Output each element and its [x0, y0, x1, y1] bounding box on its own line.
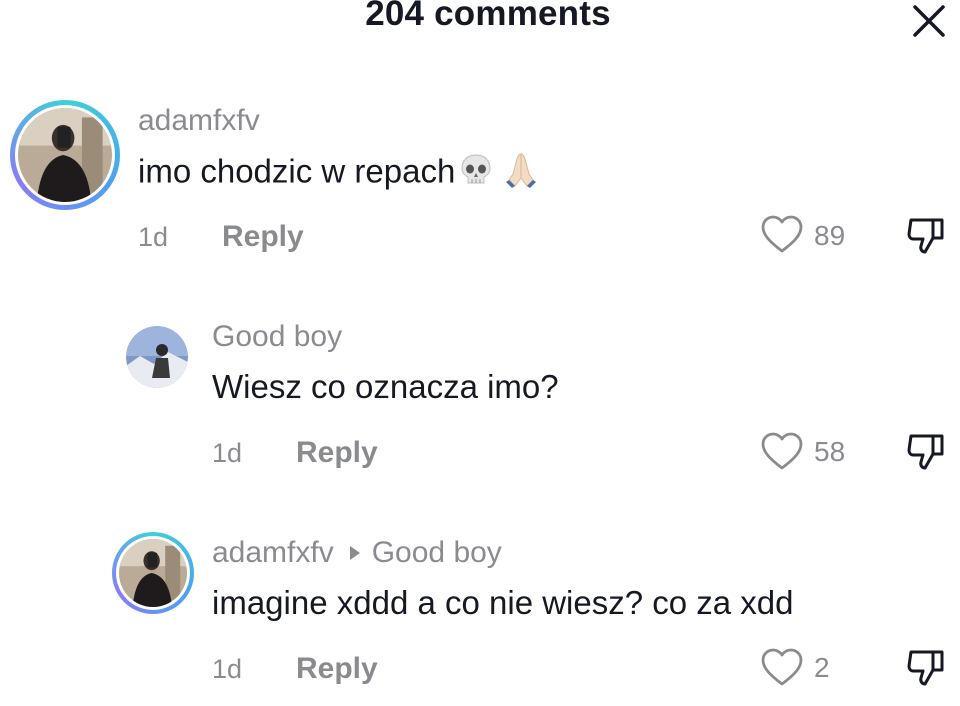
like-button[interactable] — [760, 215, 804, 255]
comment-time: 1d — [212, 438, 243, 468]
comment-time: 1d — [212, 654, 243, 684]
close-icon[interactable] — [908, 2, 950, 42]
avatar[interactable] — [126, 326, 188, 388]
avatar-photo — [18, 108, 112, 202]
dislike-button[interactable] — [906, 214, 946, 256]
reply-button[interactable]: Reply — [296, 436, 378, 470]
comment-text-content: imo chodzic w repach — [138, 152, 456, 190]
heart-icon[interactable] — [760, 215, 804, 255]
thumbs-down-icon[interactable] — [906, 430, 946, 472]
avatar-photo — [119, 539, 187, 607]
reply-to-username[interactable]: Good boy — [372, 536, 502, 569]
avatar[interactable] — [10, 100, 120, 210]
reply-button[interactable]: Reply — [222, 220, 304, 254]
comment-username[interactable]: Good boy — [212, 320, 342, 354]
reply-arrow-icon — [349, 546, 360, 561]
like-button[interactable] — [760, 648, 804, 688]
like-count: 2 — [814, 652, 830, 683]
comment-text: Wiesz co oznacza imo? — [212, 368, 559, 405]
comment-text: imo chodzic w repach — [138, 150, 541, 198]
like-button[interactable] — [760, 432, 804, 472]
skull-emoji — [457, 151, 495, 197]
like-count: 89 — [814, 220, 846, 251]
avatar-photo — [126, 326, 188, 388]
thumbs-down-icon[interactable] — [906, 214, 946, 256]
page-title: 204 comments — [365, 0, 611, 33]
comment-text: imagine xddd a co nie wiesz? co za xdd — [212, 584, 794, 621]
thumbs-down-icon[interactable] — [906, 646, 946, 688]
comment-username-row: adamfxfv Good boy — [212, 536, 502, 570]
folded-hands-emoji — [501, 150, 541, 198]
avatar[interactable] — [112, 532, 194, 614]
dislike-button[interactable] — [906, 646, 946, 688]
comment-time: 1d — [138, 222, 169, 252]
heart-icon[interactable] — [760, 432, 804, 472]
heart-icon[interactable] — [760, 648, 804, 688]
like-count: 58 — [814, 436, 846, 467]
dislike-button[interactable] — [906, 430, 946, 472]
reply-button[interactable]: Reply — [296, 652, 378, 686]
comment-username[interactable]: adamfxfv — [138, 104, 260, 138]
close-button[interactable] — [908, 2, 950, 42]
comment-username[interactable]: adamfxfv — [212, 536, 334, 569]
